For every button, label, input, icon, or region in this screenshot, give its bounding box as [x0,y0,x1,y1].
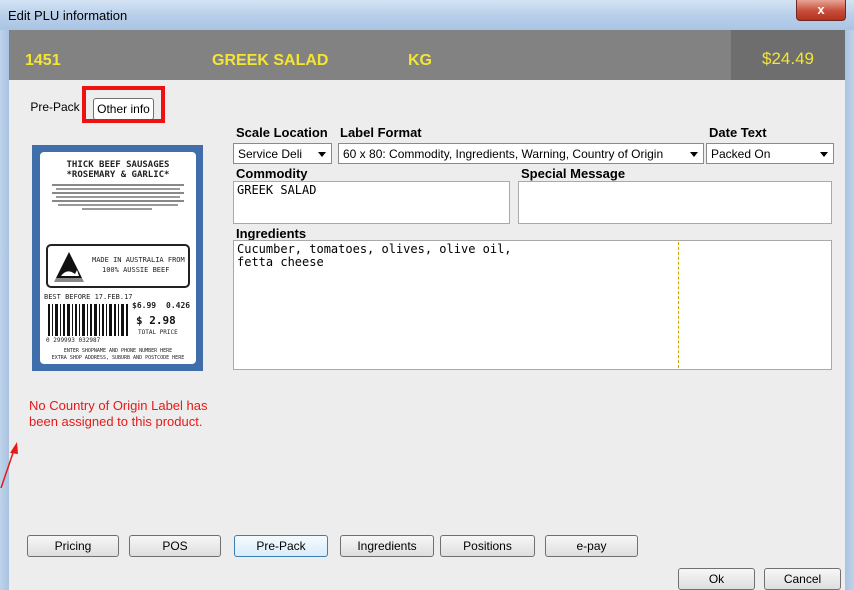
special-message-input[interactable] [518,181,832,224]
close-icon: x [817,2,825,17]
net-weight: 0.426 [166,301,191,310]
chevron-down-icon [820,152,828,157]
epay-button[interactable]: e-pay [545,535,638,557]
pre-pack-button[interactable]: Pre-Pack [234,535,328,557]
ingredients-input[interactable]: Cucumber, tomatoes, olives, olive oil, f… [233,240,832,370]
red-arrow-icon [0,442,18,489]
ok-button[interactable]: Ok [678,568,755,590]
ingredients-button[interactable]: Ingredients [340,535,434,557]
title-bar: Edit PLU information x [0,0,854,31]
scale-location-label: Scale Location [236,125,328,140]
pos-button[interactable]: POS [129,535,221,557]
barcode-number: 0 299993 032987 [46,337,101,344]
label-footer-2: EXTRA SHOP ADDRESS, SUBURB AND POSTCODE … [51,355,185,361]
label-line2: *ROSEMARY & GARLIC* [66,170,170,180]
label-footer-1: ENTER SHOPNAME AND PHONE NUMBER HERE [63,348,173,354]
cancel-button[interactable]: Cancel [764,568,841,590]
best-before-text: BEST BEFORE 17.FEB.17 [44,293,133,301]
plu-header: 1451 GREEK SALAD KG $24.49 [9,30,845,80]
commodity-input[interactable]: GREEK SALAD [233,181,510,224]
scale-location-select[interactable]: Service Deli [233,143,332,164]
date-text-label: Date Text [709,125,767,140]
positions-button[interactable]: Positions [440,535,535,557]
margin-guide-line [678,242,679,368]
special-message-label: Special Message [521,166,626,181]
no-country-of-origin-note: No Country of Origin Label has been assi… [29,398,208,429]
country-of-origin-box: MADE IN AUSTRALIA FROM 100% AUSSIE BEEF [46,244,190,288]
close-button[interactable]: x [796,0,846,21]
date-text-select[interactable]: Packed On [706,143,834,164]
window-title: Edit PLU information [8,8,128,23]
dialog-body: 1451 GREEK SALAD KG $24.49 Pre-Pack Othe… [0,30,845,590]
label-preview-image: THICK BEEF SAUSAGES *ROSEMARY & GARLIC* [32,145,203,371]
scale-location-value: Service Deli [238,147,303,161]
plu-name: GREEK SALAD [212,52,329,69]
edit-plu-window: Edit PLU information x 1451 GREEK SALAD … [0,0,854,590]
plu-price: $24.49 [731,30,845,80]
tab-pre-pack[interactable]: Pre-Pack [25,97,85,119]
australia-logo-icon [54,252,84,282]
pricing-button[interactable]: Pricing [27,535,119,557]
price-per-kg: $6.99 [132,301,157,310]
label-fine-print [52,184,184,210]
total-price-value: $ 2.98 [136,314,176,327]
made-in-text-2: 100% AUSSIE BEEF [102,266,170,274]
barcode-icon [48,304,128,336]
plu-unit: KG [408,52,432,69]
commodity-label: Commodity [236,166,308,181]
label-format-value: 60 x 80: Commodity, Ingredients, Warning… [343,147,664,161]
label-ingredient-text [52,183,184,211]
highlight-box [82,86,165,123]
date-text-value: Packed On [711,147,771,161]
window-frame-right [845,30,854,590]
label-preview-paper: THICK BEEF SAUSAGES *ROSEMARY & GARLIC* [40,152,196,364]
label-format-select[interactable]: 60 x 80: Commodity, Ingredients, Warning… [338,143,704,164]
ingredients-label: Ingredients [236,226,307,241]
made-in-text: MADE IN AUSTRALIA FROM [92,256,185,264]
window-frame-left [0,30,9,590]
total-price-label: TOTAL PRICE [138,329,178,336]
chevron-down-icon [318,152,326,157]
label-line1: THICK BEEF SAUSAGES [66,160,170,170]
plu-number: 1451 [25,52,61,69]
chevron-down-icon [690,152,698,157]
label-format-label: Label Format [340,125,422,140]
